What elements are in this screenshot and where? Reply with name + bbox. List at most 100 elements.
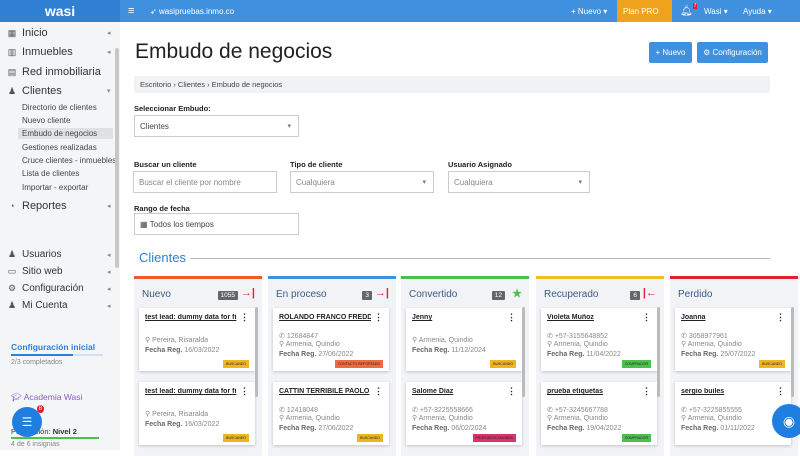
client-name[interactable]: Salome Díaz	[412, 388, 504, 395]
client-phone: ✆ +57-3245667788	[547, 406, 608, 414]
value: 12418048	[286, 407, 318, 414]
more-options-icon[interactable]: ⋮	[776, 386, 785, 397]
client-name[interactable]: CATTIN TERRIBILE PAOLO	[279, 388, 371, 395]
sidebar-item-clientes[interactable]: ♟ Clientes ▾	[7, 85, 111, 97]
sidebar-item-reportes[interactable]: ◔ Reportes ◂	[7, 200, 110, 212]
column-scrollbar[interactable]	[522, 307, 525, 397]
client-card[interactable]: Violeta Muñoz ⋮ ✆ +57-3155648852 ⚲ Armenia…	[541, 308, 657, 371]
client-name[interactable]: ROLANDO FRANCO FREDDY	[279, 314, 371, 321]
more-options-icon[interactable]: ⋮	[507, 386, 516, 397]
chat-button[interactable]: ☰ 8	[12, 405, 44, 437]
more-options-icon[interactable]: ⋮	[240, 312, 249, 323]
date-label: Fecha Reg.	[145, 421, 183, 428]
client-name[interactable]: test lead: dummy data for fi	[145, 388, 237, 395]
configuration-button[interactable]: ⚙ Configuración	[697, 42, 768, 63]
more-options-icon[interactable]: ⋮	[776, 312, 785, 323]
column-scrollbar[interactable]	[657, 307, 660, 397]
move-arrow-icon[interactable]: →|	[241, 287, 255, 299]
wasi-logo[interactable]: wasi	[0, 0, 120, 22]
more-options-icon[interactable]: ⋮	[374, 312, 383, 323]
help-chat-fab[interactable]: ◉	[772, 404, 800, 438]
sidebar-item-red[interactable]: ▤ Red inmobiliaria	[7, 66, 101, 78]
label: Inmuebles	[22, 46, 73, 58]
column-count: 6	[630, 291, 640, 300]
academia-link[interactable]: 🎓︎ Academia Wasi	[11, 392, 82, 403]
sub-directorio[interactable]: Directorio de clientes	[22, 103, 97, 112]
value: Pereira, Risaralda	[152, 411, 209, 418]
move-arrow-icon[interactable]: |←	[643, 287, 657, 299]
star-icon[interactable]: ★	[512, 287, 522, 300]
client-name[interactable]: Joanna	[681, 314, 773, 321]
funnel-select[interactable]: Clientes ▾	[134, 115, 299, 137]
bell-icon[interactable]: 🔔︎ 7	[680, 0, 698, 22]
column-scrollbar[interactable]	[255, 307, 258, 397]
sidebar-item-sitio[interactable]: ▭ Sitio web ◂	[7, 266, 111, 277]
more-options-icon[interactable]: ⋮	[642, 312, 651, 323]
more-options-icon[interactable]: ⋮	[642, 386, 651, 397]
new-button[interactable]: + Nuevo	[649, 42, 692, 63]
nuevo-menu[interactable]: + Nuevo ▾	[571, 0, 607, 22]
client-phone: ✆ 3058977961	[681, 332, 728, 340]
sidebar-scrollbar[interactable]	[115, 48, 119, 268]
status-tag: COMPRADOR	[621, 360, 651, 368]
sub-importar[interactable]: Importar - exportar	[22, 183, 88, 192]
label: Inicio	[22, 27, 48, 39]
site-link[interactable]: ➶ wasipruebas.inmo.co	[150, 0, 234, 22]
more-options-icon[interactable]: ⋮	[374, 386, 383, 397]
phone-icon: ✆	[681, 407, 689, 414]
status-tag: BUSCANDO	[759, 360, 785, 368]
client-city: ⚲ Armenia, Quindio	[279, 340, 340, 348]
help-menu[interactable]: Ayuda ▾	[743, 0, 772, 22]
client-card[interactable]: Salome Díaz ⋮ ✆ +57-3225558666 ⚲ Armenia, …	[406, 382, 522, 445]
phone-icon: ✆	[412, 407, 420, 414]
client-name[interactable]: Violeta Muñoz	[547, 314, 639, 321]
config-progress	[11, 354, 103, 356]
status-tag: BUSCANDO	[357, 434, 383, 442]
sub-embudo-active[interactable]: Embudo de negocios	[18, 128, 113, 139]
client-card[interactable]: Joanna ⋮ ✆ 3058977961 ⚲ Armenia, Quindio Fe…	[675, 308, 791, 371]
sidebar-item-inicio[interactable]: ▦ Inicio ◂	[7, 27, 111, 39]
value: Armenia, Quindio	[553, 341, 608, 348]
sidebar-item-config[interactable]: ⚙ Configuración ◂	[7, 283, 111, 294]
graduation-cap-icon: 🎓︎	[11, 392, 24, 402]
user-icon: ♟	[7, 249, 17, 259]
move-arrow-icon[interactable]: →|	[375, 287, 389, 299]
plan-pro-button[interactable]: Plan PRO	[617, 0, 672, 22]
search-input[interactable]: Buscar el cliente por nombre	[133, 171, 277, 193]
sub-lista[interactable]: Lista de clientes	[22, 169, 79, 178]
kanban-column-en-proceso: En proceso 3 →| ROLANDO FRANCO FREDDY ⋮ ✆ 1…	[268, 276, 396, 456]
client-name[interactable]: sergio builes	[681, 388, 773, 395]
sub-cruce[interactable]: Cruce clientes - inmuebles	[22, 156, 116, 165]
config-inicial-title[interactable]: Configuración inicial	[11, 342, 95, 352]
more-options-icon[interactable]: ⋮	[507, 312, 516, 323]
user-select[interactable]: Cualquiera ▾	[448, 171, 590, 193]
chat-icon: ◉	[782, 412, 796, 429]
client-card[interactable]: test lead: dummy data for fi ⋮ ⚲ Pereira,…	[139, 308, 255, 371]
more-options-icon[interactable]: ⋮	[240, 386, 249, 397]
client-name[interactable]: prueba etiquetas	[547, 388, 639, 395]
client-card[interactable]: ROLANDO FRANCO FREDDY ⋮ ✆ 12684847 ⚲ Armen…	[273, 308, 389, 371]
client-name[interactable]: Jenny	[412, 314, 504, 321]
date-label: Fecha Reg.	[412, 425, 450, 432]
sub-gestiones[interactable]: Gestiones realizadas	[22, 143, 97, 152]
type-select[interactable]: Cualquiera ▾	[290, 171, 434, 193]
client-phone: ✆ +57-3225855555	[681, 406, 742, 414]
client-card[interactable]: test lead: dummy data for fi ⋮ ⚲ Pereira,…	[139, 382, 255, 445]
status-tag: BUSCANDO	[223, 360, 249, 368]
client-card[interactable]: prueba etiquetas ⋮ ✆ +57-3245667788 ⚲ Arme…	[541, 382, 657, 445]
sidebar-item-usuarios[interactable]: ♟ Usuarios ◂	[7, 249, 111, 260]
client-city: ⚲ Armenia, Quindio	[547, 340, 608, 348]
status-tag: PROPUESTA ENVIADA	[472, 434, 516, 442]
sub-nuevo-cliente[interactable]: Nuevo cliente	[22, 116, 70, 125]
user-menu[interactable]: Wasi ▾	[704, 0, 728, 22]
client-name[interactable]: test lead: dummy data for fi	[145, 314, 237, 321]
client-phone: ✆ +57-3155648852	[547, 332, 608, 340]
date-range-input[interactable]: ▦ Todos los tiempos	[134, 213, 299, 235]
client-card[interactable]: Jenny ⋮ ⚲ Armenia, Quindio Fecha Reg. 11/1…	[406, 308, 522, 371]
sidebar-item-inmuebles[interactable]: ▥ Inmuebles ◂	[7, 46, 111, 58]
phone-icon: ✆	[547, 333, 555, 340]
client-card[interactable]: CATTIN TERRIBILE PAOLO ⋮ ✆ 12418048 ⚲ Arme…	[273, 382, 389, 445]
column-scrollbar[interactable]	[791, 307, 794, 397]
hamburger-icon[interactable]: ≡	[128, 0, 134, 22]
sidebar-item-cuenta[interactable]: ♟ Mi Cuenta ◂	[7, 300, 111, 311]
